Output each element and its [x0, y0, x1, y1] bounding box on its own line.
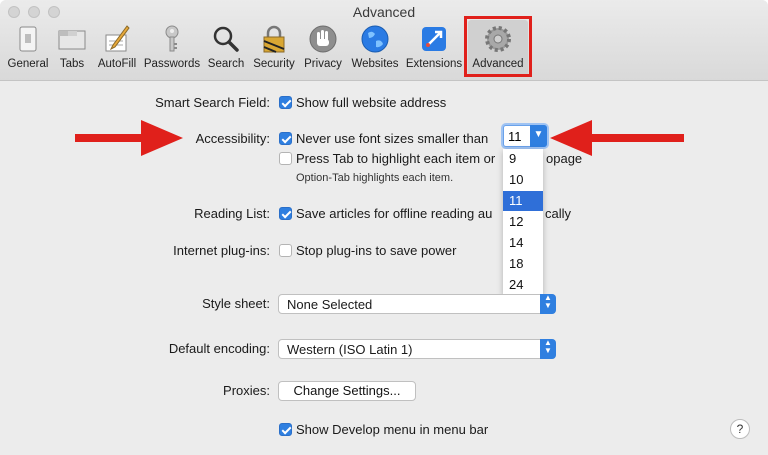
titlebar: Advanced General Tabs AutoFill Passwords… [0, 0, 768, 81]
plugins-checkbox[interactable] [279, 244, 292, 257]
lock-icon [263, 25, 285, 53]
toolbar-autofill[interactable]: AutoFill [92, 20, 142, 76]
toolbar-websites[interactable]: Websites [348, 20, 402, 76]
stylesheet-value: None Selected [287, 297, 373, 312]
change-settings-button[interactable]: Change Settings... [278, 381, 416, 401]
encoding-label: Default encoding: [168, 341, 270, 356]
plugins-option: Stop plug-ins to save power [296, 243, 457, 258]
font-size-select[interactable]: 11 ▼ [503, 125, 547, 147]
tab-highlight-checkbox[interactable] [279, 152, 292, 165]
stylesheet-label: Style sheet: [202, 296, 270, 311]
right-annotation-arrow-icon [550, 120, 684, 156]
toolbar-general[interactable]: General [4, 20, 52, 76]
toolbar-privacy-label: Privacy [304, 58, 342, 70]
toolbar-passwords[interactable]: Passwords [142, 20, 202, 76]
font-size-option-9[interactable]: 9 [503, 149, 543, 169]
extensions-icon [422, 27, 446, 51]
toolbar-search-label: Search [207, 58, 245, 70]
encoding-value: Western (ISO Latin 1) [287, 342, 413, 357]
autofill-icon [105, 25, 130, 52]
toolbar-general-label: General [7, 58, 49, 70]
smart-search-checkbox[interactable] [279, 96, 292, 109]
up-down-arrows-icon: ▲ ▼ [540, 339, 556, 359]
hand-icon [309, 25, 337, 53]
font-size-checkbox[interactable] [279, 132, 292, 145]
develop-menu-option: Show Develop menu in menu bar [296, 422, 489, 437]
font-size-option-24[interactable]: 24 [503, 275, 543, 295]
tab-highlight-hint: Option-Tab highlights each item. [296, 172, 454, 184]
help-button[interactable]: ? [730, 419, 750, 439]
stylesheet-select[interactable]: None Selected ▲ ▼ [278, 294, 556, 314]
tabs-icon [58, 30, 86, 50]
general-icon [19, 26, 37, 52]
smart-search-label: Smart Search Field: [155, 95, 270, 110]
reading-list-checkbox[interactable] [279, 207, 292, 220]
toolbar-privacy[interactable]: Privacy [300, 20, 346, 76]
annotation-highlight-box [464, 16, 532, 77]
font-size-menu: 9 10 11 12 14 18 24 [503, 149, 543, 295]
font-size-option-10[interactable]: 10 [503, 170, 543, 190]
reading-list-label: Reading List: [194, 206, 270, 221]
font-size-option-14[interactable]: 14 [503, 233, 543, 253]
accessibility-label: Accessibility: [195, 131, 270, 146]
toolbar-websites-label: Websites [351, 58, 399, 70]
plugins-label: Internet plug-ins: [173, 243, 270, 258]
toolbar-extensions[interactable]: Extensions [404, 20, 464, 76]
window-title: Advanced [352, 4, 416, 20]
toolbar-security[interactable]: Security [250, 20, 298, 76]
font-size-option: Never use font sizes smaller than [296, 131, 489, 146]
up-down-arrows-icon: ▲ ▼ [540, 294, 556, 314]
safari-preferences-window: Advanced General Tabs AutoFill Passwords… [0, 0, 768, 455]
key-icon [165, 25, 179, 52]
toolbar-autofill-label: AutoFill [97, 58, 137, 70]
tab-highlight-option: Press Tab to highlight each item or [296, 151, 496, 166]
encoding-select[interactable]: Western (ISO Latin 1) ▲ ▼ [278, 339, 556, 359]
reading-list-option-tail: cally [545, 206, 572, 221]
develop-menu-checkbox[interactable] [279, 423, 292, 436]
proxies-label: Proxies: [223, 383, 270, 398]
toolbar-security-label: Security [253, 58, 295, 70]
font-size-option-11[interactable]: 11 [503, 191, 543, 211]
toolbar-search[interactable]: Search [204, 20, 248, 76]
toolbar-tabs-label: Tabs [59, 58, 85, 70]
smart-search-option: Show full website address [296, 95, 447, 110]
font-size-value: 11 [508, 129, 522, 144]
toolbar-passwords-label: Passwords [143, 58, 201, 70]
reading-list-option: Save articles for offline reading au [296, 206, 493, 221]
font-size-option-18[interactable]: 18 [503, 254, 543, 274]
toolbar-extensions-label: Extensions [405, 58, 463, 70]
toolbar-tabs[interactable]: Tabs [52, 20, 92, 76]
magnifier-icon [213, 26, 239, 52]
font-size-option-12[interactable]: 12 [503, 212, 543, 232]
chevron-down-icon: ▼ [530, 125, 547, 147]
left-annotation-arrow-icon [75, 120, 183, 156]
globe-icon [361, 25, 389, 53]
